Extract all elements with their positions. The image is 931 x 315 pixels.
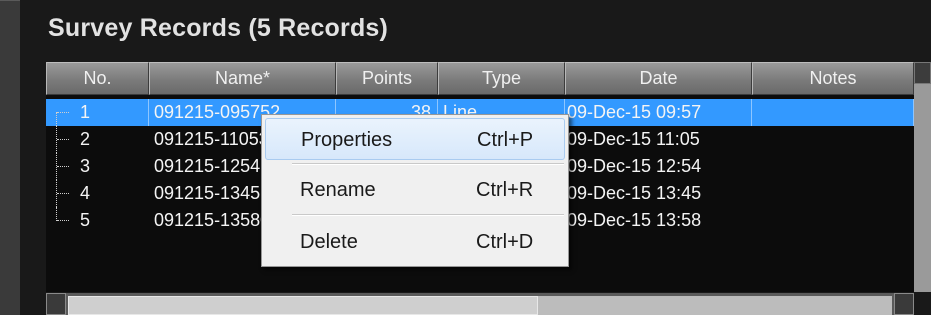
row-number: 5	[80, 210, 91, 230]
column-header-notes[interactable]: Notes	[752, 62, 914, 95]
menu-item-label: Rename	[300, 179, 376, 201]
row-number: 2	[80, 129, 91, 149]
tree-branch	[57, 220, 69, 221]
date-cell[interactable]: 09-Dec-15 09:57	[565, 99, 752, 126]
notes-cell[interactable]	[752, 99, 914, 126]
vertical-scrollbar[interactable]	[914, 62, 931, 292]
column-header-points[interactable]: Points	[336, 62, 438, 95]
menu-item-properties[interactable]: Properties Ctrl+P	[265, 118, 565, 160]
panel-title: Survey Records (5 Records)	[48, 14, 389, 42]
scroll-left-button[interactable]	[46, 293, 66, 315]
column-header-name[interactable]: Name*	[149, 62, 336, 95]
date-cell[interactable]: 09-Dec-15 13:58	[565, 207, 752, 234]
menu-separator	[292, 214, 564, 216]
column-header-no[interactable]: No.	[46, 62, 149, 95]
context-menu: Properties Ctrl+P Rename Ctrl+R Delete C…	[261, 114, 569, 267]
row-number: 4	[80, 183, 91, 203]
scroll-up-button[interactable]	[914, 62, 931, 84]
tree-branch	[57, 193, 69, 194]
scroll-track[interactable]	[538, 296, 892, 315]
notes-cell[interactable]	[752, 180, 914, 207]
menu-item-label: Properties	[301, 129, 393, 151]
menu-item-shortcut: Ctrl+P	[477, 129, 534, 151]
horizontal-scrollbar[interactable]	[46, 293, 914, 315]
date-cell[interactable]: 09-Dec-15 11:05	[565, 126, 752, 153]
scroll-right-button[interactable]	[894, 293, 914, 315]
table-header: No. Name* Points Type Date Notes	[46, 62, 914, 95]
tree-branch	[57, 166, 69, 167]
row-number-cell: 4	[46, 180, 149, 207]
menu-item-rename[interactable]: Rename Ctrl+R	[265, 169, 565, 211]
menu-item-delete[interactable]: Delete Ctrl+D	[265, 221, 565, 263]
tree-branch	[57, 139, 69, 140]
row-number-cell: 5	[46, 207, 149, 234]
column-header-type[interactable]: Type	[438, 62, 565, 95]
tree-line	[56, 112, 70, 126]
row-number-cell: 2	[46, 126, 149, 153]
menu-separator	[292, 163, 564, 165]
row-number-cell: 1	[46, 99, 149, 126]
row-number: 3	[80, 156, 91, 176]
notes-cell[interactable]	[752, 207, 914, 234]
tree-branch	[57, 112, 69, 113]
menu-item-shortcut: Ctrl+R	[476, 179, 534, 201]
column-header-date[interactable]: Date	[565, 62, 752, 95]
menu-item-shortcut: Ctrl+D	[476, 231, 534, 253]
notes-cell[interactable]	[752, 126, 914, 153]
row-number: 1	[80, 102, 91, 122]
notes-cell[interactable]	[752, 153, 914, 180]
menu-item-label: Delete	[300, 231, 358, 253]
date-cell[interactable]: 09-Dec-15 12:54	[565, 153, 752, 180]
scroll-thumb[interactable]	[68, 296, 538, 315]
date-cell[interactable]: 09-Dec-15 13:45	[565, 180, 752, 207]
row-number-cell: 3	[46, 153, 149, 180]
tree-line	[56, 207, 70, 221]
